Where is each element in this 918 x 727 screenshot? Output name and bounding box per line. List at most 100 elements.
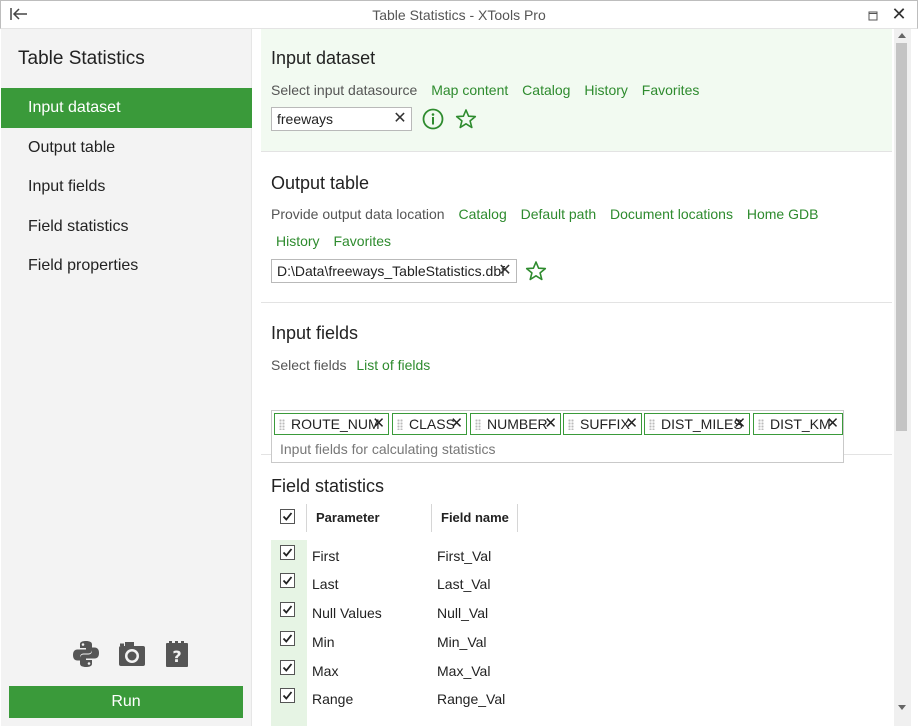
chip-label: ROUTE_NUM [291,416,380,432]
chip-label: SUFFIX [580,416,630,432]
link-catalog-output[interactable]: Catalog [458,206,506,222]
sidebar-item-output-table[interactable]: Output table [1,128,252,168]
input-fields-prompt-row: Select fields List of fields [271,357,430,373]
field-name-cell[interactable]: Max_Val [437,663,490,679]
sidebar-nav: Input dataset Output table Input fields … [1,88,252,286]
field-name-cell[interactable]: Min_Val [437,634,487,650]
remove-chip-icon[interactable]: ✕ [450,414,463,434]
field-chip[interactable]: DIST_MILES ✕ [644,413,750,435]
field-chip[interactable]: NUMBER ✕ [470,413,561,435]
row-checkbox[interactable] [280,688,295,703]
sidebar-item-input-fields[interactable]: Input fields [1,167,252,207]
field-name-cell[interactable]: Null_Val [437,605,488,621]
parameter-cell: Range [312,691,354,707]
favorite-star-output-icon[interactable] [525,260,547,282]
favorite-star-icon[interactable] [455,108,477,130]
table-row: Min Min_Val [271,627,571,655]
run-button[interactable]: Run [9,686,243,718]
link-history[interactable]: History [584,82,628,98]
output-table-links-row2: History Favorites [276,233,391,249]
link-list-of-fields[interactable]: List of fields [356,357,430,373]
sidebar: Table Statistics Input dataset Output ta… [1,29,252,726]
field-name-cell[interactable]: First_Val [437,548,491,564]
clear-output-icon[interactable]: ✕ [496,262,514,280]
output-table-title: Output table [271,173,370,193]
column-header-parameter[interactable]: Parameter [307,504,432,532]
input-fields-section: Input fields Select fields List of field… [261,304,892,463]
chip-label: DIST_MILES [661,416,743,432]
drag-handle-icon[interactable] [279,419,285,430]
sidebar-item-field-statistics[interactable]: Field statistics [1,207,252,247]
remove-chip-icon[interactable]: ✕ [544,414,557,434]
remove-chip-icon[interactable]: ✕ [826,414,839,434]
input-dataset-title: Input dataset [271,48,376,68]
remove-chip-icon[interactable]: ✕ [625,414,638,434]
vertical-scrollbar[interactable] [894,29,911,726]
row-checkbox[interactable] [280,602,295,617]
output-table-field[interactable]: D:\Data\freeways_TableStatistics.dbf ✕ [271,259,517,283]
input-fields-title: Input fields [271,323,359,343]
link-default-path[interactable]: Default path [521,206,597,222]
sidebar-item-field-properties[interactable]: Field properties [1,246,252,286]
clear-input-icon[interactable]: ✕ [391,110,409,128]
scroll-down-icon[interactable] [898,705,906,710]
maximize-icon[interactable] [866,9,880,23]
link-map-content[interactable]: Map content [431,82,508,98]
input-fields-prompt: Select fields [271,357,347,373]
link-history-output[interactable]: History [276,233,320,249]
link-favorites-output[interactable]: Favorites [333,233,391,249]
field-chip[interactable]: SUFFIX ✕ [563,413,642,435]
drag-handle-icon[interactable] [758,419,764,430]
help-document-icon[interactable]: ? [163,639,193,669]
sidebar-tools: ? [71,639,191,671]
select-all-cell [271,504,307,532]
input-dataset-prompt-row: Select input datasource Map content Cata… [271,82,699,98]
python-icon[interactable] [71,639,101,669]
chip-label: DIST_KM [770,416,831,432]
drag-handle-icon[interactable] [397,419,403,430]
input-dataset-section: Input dataset Select input datasource Ma… [261,29,892,152]
scrollbar-thumb[interactable] [896,43,907,431]
sidebar-title: Table Statistics [18,48,145,69]
column-header-field-name[interactable]: Field name [432,504,518,532]
table-row: Last Last_Val [271,569,571,597]
drag-handle-icon[interactable] [568,419,574,430]
field-chip[interactable]: DIST_KM ✕ [753,413,843,435]
output-table-value: D:\Data\freeways_TableStatistics.dbf [277,263,505,279]
svg-text:?: ? [172,647,181,666]
close-icon[interactable]: ✕ [890,5,908,23]
input-dataset-prompt: Select input datasource [271,82,418,98]
output-table-section: Output table Provide output data locatio… [261,153,892,303]
table-row: First First_Val [271,541,571,569]
remove-chip-icon[interactable]: ✕ [372,414,385,434]
scroll-up-icon[interactable] [898,33,906,38]
input-dataset-field[interactable]: freeways ✕ [271,107,412,131]
select-all-checkbox[interactable] [280,509,295,524]
drag-handle-icon[interactable] [475,419,481,430]
parameter-cell: Min [312,634,335,650]
remove-chip-icon[interactable]: ✕ [733,414,746,434]
info-icon[interactable] [422,108,444,130]
sidebar-item-input-dataset[interactable]: Input dataset [1,88,252,128]
camera-icon[interactable] [117,639,147,669]
table-row: Range Range_Val [271,684,571,712]
row-checkbox[interactable] [280,545,295,560]
drag-handle-icon[interactable] [649,419,655,430]
row-checkbox[interactable] [280,631,295,646]
table-row: Null Values Null_Val [271,598,571,626]
main-panel: Input dataset Select input datasource Ma… [252,29,894,726]
field-name-cell[interactable]: Last_Val [437,576,490,592]
input-dataset-value: freeways [277,111,334,127]
parameter-cell: Max [312,663,339,679]
link-home-gdb[interactable]: Home GDB [747,206,819,222]
link-favorites[interactable]: Favorites [642,82,700,98]
field-chip[interactable]: CLASS ✕ [392,413,467,435]
parameter-cell: Null Values [312,605,382,621]
chip-label: CLASS [409,416,455,432]
row-checkbox[interactable] [280,573,295,588]
link-catalog[interactable]: Catalog [522,82,570,98]
link-document-locations[interactable]: Document locations [610,206,733,222]
field-chip[interactable]: ROUTE_NUM ✕ [274,413,389,435]
field-name-cell[interactable]: Range_Val [437,691,505,707]
row-checkbox[interactable] [280,660,295,675]
